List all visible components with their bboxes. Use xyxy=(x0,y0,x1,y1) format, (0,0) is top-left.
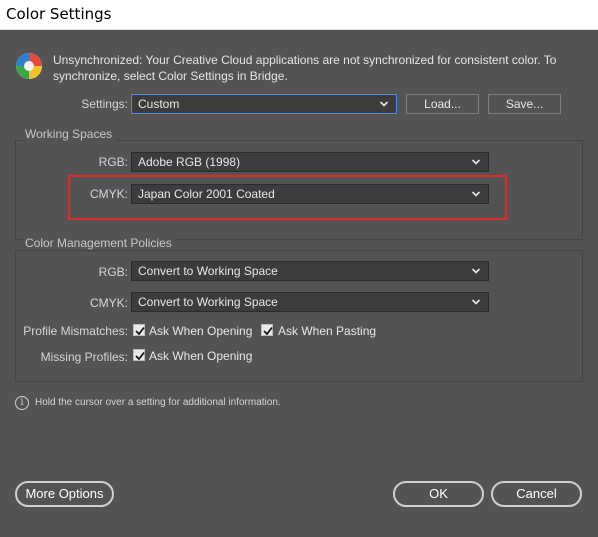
color-settings-dialog: Unsynchronized: Your Creative Cloud appl… xyxy=(0,30,598,537)
window-title: Color Settings xyxy=(6,5,112,23)
policy-rgb-value: Convert to Working Space xyxy=(138,264,278,278)
chevron-down-icon xyxy=(471,268,481,274)
save-button[interactable]: Save... xyxy=(488,94,561,114)
working-rgb-dropdown[interactable]: Adobe RGB (1998) xyxy=(131,152,489,172)
mismatch-ask-pasting-label: Ask When Pasting xyxy=(278,324,377,338)
policy-cmyk-value: Convert to Working Space xyxy=(138,295,278,309)
settings-dropdown[interactable]: Custom xyxy=(131,94,397,114)
chevron-down-icon xyxy=(471,299,481,305)
policy-cmyk-label: CMYK: xyxy=(89,296,128,310)
missing-profiles-label: Missing Profiles: xyxy=(40,350,128,364)
checkmark-icon xyxy=(135,326,145,336)
policy-rgb-label: RGB: xyxy=(98,265,128,279)
settings-value: Custom xyxy=(138,97,180,111)
working-rgb-label: RGB: xyxy=(98,155,128,169)
chevron-down-icon xyxy=(471,159,481,165)
checkmark-icon xyxy=(135,351,145,361)
sync-notice: Unsynchronized: Your Creative Cloud appl… xyxy=(53,53,557,83)
working-spaces-title: Working Spaces xyxy=(25,127,117,141)
mismatch-ask-opening-label: Ask When Opening xyxy=(149,324,253,338)
load-button[interactable]: Load... xyxy=(406,94,479,114)
more-options-button[interactable]: More Options xyxy=(15,481,114,507)
checkmark-icon xyxy=(263,326,273,336)
ok-button[interactable]: OK xyxy=(393,481,484,507)
title-bar: Color Settings xyxy=(0,0,598,30)
annotation-highlight-box xyxy=(68,175,507,220)
color-sync-icon xyxy=(16,53,42,79)
profile-mismatches-label: Profile Mismatches: xyxy=(23,324,128,338)
missing-ask-opening-checkbox[interactable] xyxy=(133,349,145,361)
mismatch-ask-pasting-checkbox[interactable] xyxy=(261,324,273,336)
missing-ask-opening-label: Ask When Opening xyxy=(149,349,253,363)
policy-rgb-dropdown[interactable]: Convert to Working Space xyxy=(131,261,489,281)
info-text: Hold the cursor over a setting for addit… xyxy=(35,397,281,408)
policies-title: Color Management Policies xyxy=(25,236,176,250)
working-rgb-value: Adobe RGB (1998) xyxy=(138,155,241,169)
mismatch-ask-opening-checkbox[interactable] xyxy=(133,324,145,336)
info-icon: i xyxy=(15,396,29,410)
policy-cmyk-dropdown[interactable]: Convert to Working Space xyxy=(131,292,489,312)
settings-label: Settings: xyxy=(81,97,128,111)
chevron-down-icon xyxy=(379,101,389,107)
cancel-button[interactable]: Cancel xyxy=(491,481,582,507)
